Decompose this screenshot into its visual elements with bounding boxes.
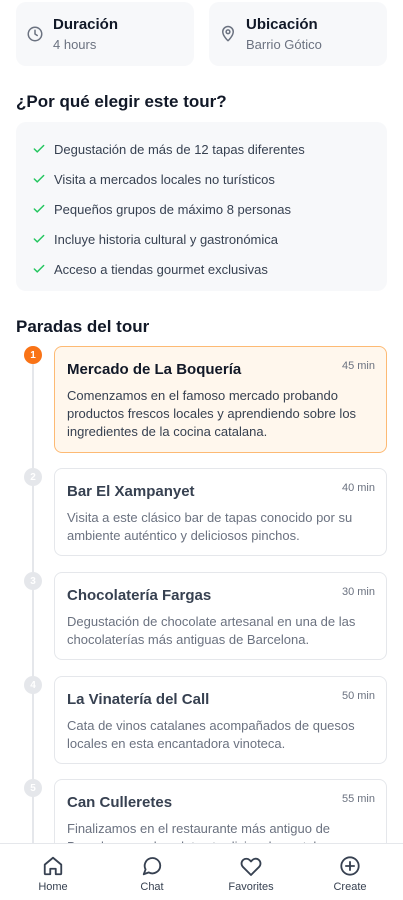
stop-duration: 55 min xyxy=(341,793,375,805)
location-value: Barrio Gótico xyxy=(246,36,322,52)
stop-name: Can Culleretes xyxy=(67,794,173,811)
clock-icon xyxy=(26,25,44,43)
why-item-label: Incluye historia cultural y gastronómica xyxy=(54,231,278,247)
nav-create[interactable]: Create xyxy=(315,844,385,900)
stop-card[interactable]: Mercado de La Boquería 45 min Comenzamos… xyxy=(54,346,387,453)
stop-description: Degustación de chocolate artesanal en un… xyxy=(67,614,356,647)
stop-name: Chocolatería Fargas xyxy=(67,587,212,604)
why-item: Degustación de más de 12 tapas diferente… xyxy=(32,134,387,164)
stop-number-badge: 1 xyxy=(24,346,42,364)
stop-description: Visita a este clásico bar de tapas conoc… xyxy=(67,510,353,543)
bottom-nav: Home Chat Favorites Create xyxy=(0,843,403,900)
stop-duration: 40 min xyxy=(341,482,375,494)
nav-chat[interactable]: Chat xyxy=(117,844,187,900)
stop-description: Comenzamos en el famoso mercado probando… xyxy=(67,388,357,439)
why-item-label: Degustación de más de 12 tapas diferente… xyxy=(54,141,305,157)
check-icon xyxy=(32,262,46,276)
check-icon xyxy=(32,202,46,216)
why-item-label: Visita a mercados locales no turísticos xyxy=(54,171,275,187)
timeline-line xyxy=(32,356,34,900)
chat-bubble-icon xyxy=(141,855,163,877)
location-title: Ubicación xyxy=(246,15,318,33)
stop-name: Bar El Xampanyet xyxy=(67,483,195,500)
stop-card[interactable]: Bar El Xampanyet 40 min Visita a este cl… xyxy=(54,468,387,556)
nav-chat-label: Chat xyxy=(140,881,164,893)
why-item-label: Pequeños grupos de máximo 8 personas xyxy=(54,201,292,217)
stop-number-badge: 3 xyxy=(24,572,42,590)
stop-number-badge: 4 xyxy=(24,676,42,694)
why-item: Pequeños grupos de máximo 8 personas xyxy=(32,194,387,224)
check-icon xyxy=(32,172,46,186)
stop-duration: 50 min xyxy=(341,690,375,702)
stop-card[interactable]: Chocolatería Fargas 30 min Degustación d… xyxy=(54,572,387,660)
home-icon xyxy=(42,855,64,877)
duration-title: Duración xyxy=(53,15,119,33)
tour-detail-page: Duración 4 hours Ubicación Barrio Gótico… xyxy=(0,0,403,900)
stops-title: Paradas del tour xyxy=(16,317,150,336)
nav-home[interactable]: Home xyxy=(18,844,88,900)
heart-icon xyxy=(240,855,262,877)
nav-favorites-label: Favorites xyxy=(228,881,274,893)
stop-description: Cata de vinos catalanes acompañados de q… xyxy=(67,718,355,751)
duration-card: Duración 4 hours xyxy=(16,2,194,66)
stop-card[interactable]: La Vinatería del Call 50 min Cata de vin… xyxy=(54,676,387,764)
stop-duration: 30 min xyxy=(341,586,375,598)
stop-number-badge: 2 xyxy=(24,468,42,486)
stop-name: La Vinatería del Call xyxy=(67,691,210,708)
duration-value: 4 hours xyxy=(53,36,97,52)
stop-number-badge: 5 xyxy=(24,779,42,797)
map-pin-icon xyxy=(219,25,237,43)
why-item: Visita a mercados locales no turísticos xyxy=(32,164,387,194)
check-icon xyxy=(32,232,46,246)
location-card: Ubicación Barrio Gótico xyxy=(209,2,387,66)
why-item-label: Acceso a tiendas gourmet exclusivas xyxy=(54,261,268,277)
nav-favorites[interactable]: Favorites xyxy=(216,844,286,900)
nav-home-label: Home xyxy=(38,881,68,893)
why-list: Degustación de más de 12 tapas diferente… xyxy=(16,122,387,291)
stop-name: Mercado de La Boquería xyxy=(67,361,242,378)
info-cards: Duración 4 hours Ubicación Barrio Gótico xyxy=(16,2,387,66)
nav-create-label: Create xyxy=(333,881,367,893)
plus-circle-icon xyxy=(339,855,361,877)
why-item: Incluye historia cultural y gastronómica xyxy=(32,224,387,254)
stop-duration: 45 min xyxy=(341,360,375,372)
why-item: Acceso a tiendas gourmet exclusivas xyxy=(32,254,387,284)
check-icon xyxy=(32,142,46,156)
why-title: ¿Por qué elegir este tour? xyxy=(16,92,227,111)
